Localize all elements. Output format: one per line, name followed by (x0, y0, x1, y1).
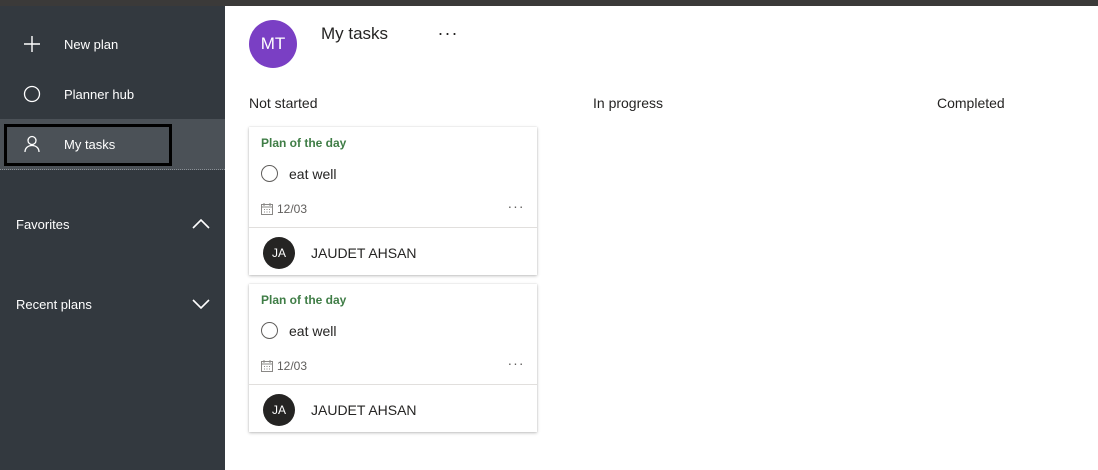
section-label: Recent plans (16, 296, 92, 312)
task-card[interactable]: Plan of the day eat well 12/03 ··· JA JA… (249, 284, 537, 432)
task-more-button[interactable]: ··· (505, 355, 527, 371)
page-title: My tasks (321, 24, 389, 43)
avatar: MT (249, 20, 297, 68)
task-title[interactable]: eat well (289, 166, 336, 182)
assignee-avatar[interactable]: JA (263, 394, 295, 426)
sidebar-item-planner-hub[interactable]: Planner hub (0, 69, 225, 119)
calendar-icon (261, 202, 273, 215)
divider (249, 384, 537, 385)
task-more-button[interactable]: ··· (505, 198, 527, 214)
person-icon (22, 134, 42, 154)
column-header-in-progress: In progress (593, 95, 664, 111)
sidebar-item-label: New plan (64, 36, 119, 52)
assignee-avatar[interactable]: JA (263, 237, 295, 269)
sidebar-item-new-plan[interactable]: New plan (0, 19, 225, 69)
sidebar-item-label: Planner hub (64, 86, 135, 102)
column-header-not-started: Not started (249, 95, 318, 111)
section-label: Favorites (16, 216, 70, 232)
section-favorites[interactable]: Favorites (0, 209, 225, 239)
sidebar-item-label: My tasks (64, 136, 116, 152)
complete-checkbox[interactable] (261, 165, 278, 182)
complete-checkbox[interactable] (261, 322, 278, 339)
task-title[interactable]: eat well (289, 323, 336, 339)
due-date: 12/03 (277, 202, 308, 216)
due-date: 12/03 (277, 359, 308, 373)
assignee-name: JAUDET AHSAN (311, 402, 417, 418)
calendar-icon (261, 359, 273, 372)
sidebar-item-my-tasks[interactable]: My tasks (0, 119, 225, 170)
plan-label: Plan of the day (261, 136, 347, 150)
sidebar: New plan Planner hub My tasks Favorites … (0, 6, 225, 470)
main-content: MT My tasks ··· Not started In progress … (225, 6, 1098, 470)
task-card[interactable]: Plan of the day eat well 12/03 ··· JA JA… (249, 127, 537, 275)
plus-icon (22, 34, 42, 54)
assignee-name: JAUDET AHSAN (311, 245, 417, 261)
divider (249, 227, 537, 228)
plan-label: Plan of the day (261, 293, 347, 307)
section-recent-plans[interactable]: Recent plans (0, 289, 225, 319)
circle-icon (22, 84, 42, 104)
more-options-button[interactable]: ··· (435, 22, 461, 44)
column-header-completed: Completed (937, 95, 1005, 111)
chevron-up-icon[interactable] (191, 214, 211, 234)
chevron-down-icon[interactable] (191, 294, 211, 314)
